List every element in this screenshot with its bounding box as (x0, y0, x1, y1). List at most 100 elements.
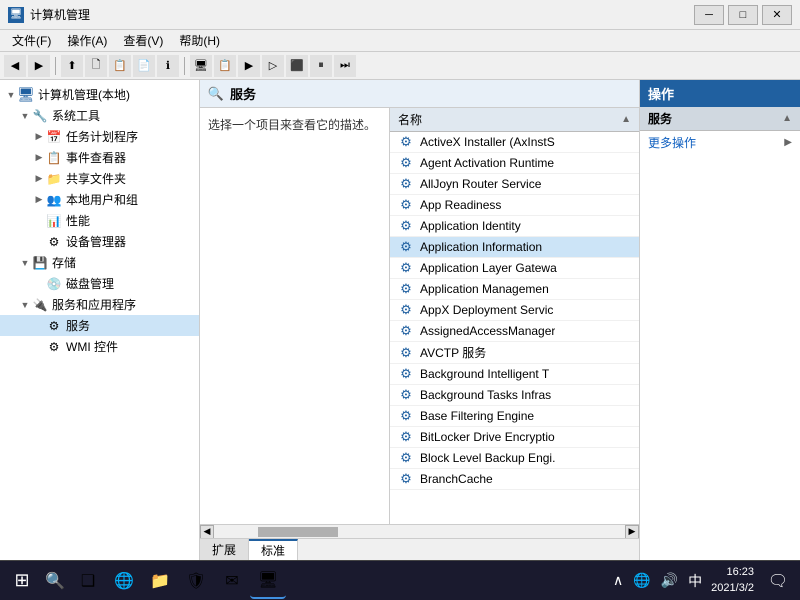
close-button[interactable]: ✕ (762, 5, 792, 25)
toolbar-btn7[interactable]: 📋 (214, 55, 236, 77)
toolbar-btn3[interactable]: 📋 (109, 55, 131, 77)
scroll-thumb[interactable] (258, 527, 338, 537)
main-content: ▼ 🖥 计算机管理(本地) ▼ 🔧 系统工具 ▶ 📅 任务计划程序 ▶ 📋 事件… (0, 80, 800, 560)
systray-chevron[interactable]: ∧ (610, 572, 626, 589)
service-item[interactable]: ⚙ App Readiness (390, 195, 639, 216)
service-item[interactable]: ⚙ BranchCache (390, 469, 639, 490)
service-item[interactable]: ⚙ AllJoyn Router Service (390, 174, 639, 195)
service-item[interactable]: ⚙ ActiveX Installer (AxInstS (390, 132, 639, 153)
action-more[interactable]: 更多操作 ▶ (640, 131, 800, 154)
taskbar-explorer[interactable]: 📁 (142, 563, 178, 599)
start-button[interactable]: ⊞ (4, 563, 40, 599)
service-icon-7: ⚙ (398, 281, 414, 297)
tree-item-services-apps[interactable]: ▼ 🔌 服务和应用程序 (0, 294, 199, 315)
icon-event-viewer: 📋 (46, 150, 62, 166)
notification-button[interactable]: 🗨 (760, 563, 796, 599)
toolbar-forward[interactable]: ▶ (28, 55, 50, 77)
tree-item-storage[interactable]: ▼ 💾 存储 (0, 252, 199, 273)
services-list-pane[interactable]: 名称 ▲ ⚙ ActiveX Installer (AxInstS ⚙ Agen… (390, 108, 639, 524)
minimize-button[interactable]: ─ (694, 5, 724, 25)
service-item[interactable]: ⚙ AppX Deployment Servic (390, 300, 639, 321)
tree-item-device-manager[interactable]: ⚙ 设备管理器 (0, 231, 199, 252)
menu-action[interactable]: 操作(A) (59, 30, 115, 51)
icon-services-apps: 🔌 (32, 297, 48, 313)
taskbar-search-button[interactable]: 🔍 (40, 566, 70, 596)
service-name-7: Application Managemen (420, 282, 549, 296)
toolbar-btn5[interactable]: ℹ (157, 55, 179, 77)
toolbar-btn9[interactable]: ▷ (262, 55, 284, 77)
service-item[interactable]: ⚙ Application Layer Gatewa (390, 258, 639, 279)
tab-expand[interactable]: 扩展 (200, 539, 249, 560)
tree-item-root[interactable]: ▼ 🖥 计算机管理(本地) (0, 84, 199, 105)
middle-header: 🔍 服务 (200, 80, 639, 108)
horizontal-scrollbar[interactable]: ◀ ▶ (200, 524, 639, 538)
tree-item-system-tools[interactable]: ▼ 🔧 系统工具 (0, 105, 199, 126)
task-view-button[interactable]: ❑ (70, 563, 106, 599)
service-item[interactable]: ⚙ BitLocker Drive Encryptio (390, 427, 639, 448)
service-item[interactable]: ⚙ Base Filtering Engine (390, 406, 639, 427)
toolbar-btn11[interactable]: ⏸ (310, 55, 332, 77)
service-item[interactable]: ⚙ Application Information (390, 237, 639, 258)
tree-item-wmi[interactable]: ⚙ WMI 控件 (0, 336, 199, 357)
systray-network[interactable]: 🌐 (630, 572, 653, 589)
taskbar-edge[interactable]: 🌐 (106, 563, 142, 599)
service-name-1: Agent Activation Runtime (420, 156, 554, 170)
menu-file[interactable]: 文件(F) (4, 30, 59, 51)
toolbar-btn4[interactable]: 📄 (133, 55, 155, 77)
taskbar-mail[interactable]: ✉ (214, 563, 250, 599)
tree-label-system-tools: 系统工具 (52, 107, 100, 124)
expander-services-apps: ▼ (18, 298, 32, 312)
service-name-0: ActiveX Installer (AxInstS (420, 135, 555, 149)
middle-body: 选择一个项目来查看它的描述。 名称 ▲ ⚙ ActiveX Installer … (200, 108, 639, 524)
service-item[interactable]: ⚙ Background Intelligent T (390, 364, 639, 385)
service-item[interactable]: ⚙ Agent Activation Runtime (390, 153, 639, 174)
maximize-button[interactable]: □ (728, 5, 758, 25)
expander-storage: ▼ (18, 256, 32, 270)
toolbar-btn2[interactable]: 🗋 (85, 55, 107, 77)
tab-standard-label: 标准 (261, 542, 285, 559)
icon-disk-management: 💿 (46, 276, 62, 292)
tree-item-services[interactable]: ⚙ 服务 (0, 315, 199, 336)
tab-standard[interactable]: 标准 (249, 539, 298, 560)
service-item[interactable]: ⚙ AssignedAccessManager (390, 321, 639, 342)
toolbar-btn8[interactable]: ▶ (238, 55, 260, 77)
actions-sub-arrow: ▲ (782, 113, 792, 124)
toolbar-sep-2 (184, 57, 185, 75)
service-item[interactable]: ⚙ Background Tasks Infras (390, 385, 639, 406)
toolbar-up[interactable]: ⬆ (61, 55, 83, 77)
systray-clock[interactable]: 16:23 2021/3/2 (705, 565, 760, 596)
tree-item-task-scheduler[interactable]: ▶ 📅 任务计划程序 (0, 126, 199, 147)
service-icon-1: ⚙ (398, 155, 414, 171)
scroll-left-arrow[interactable]: ◀ (200, 525, 214, 539)
start-icon: ⊞ (14, 570, 29, 591)
taskbar-computer-management[interactable]: 🖥 (250, 563, 286, 599)
tree-item-performance[interactable]: 📊 性能 (0, 210, 199, 231)
scroll-right-arrow[interactable]: ▶ (625, 525, 639, 539)
menu-view[interactable]: 查看(V) (115, 30, 171, 51)
tree-item-shared-folders[interactable]: ▶ 📁 共享文件夹 (0, 168, 199, 189)
toolbar-btn6[interactable]: 🖥 (190, 55, 212, 77)
right-pane: 操作 服务 ▲ 更多操作 ▶ (640, 80, 800, 560)
service-item[interactable]: ⚙ Application Identity (390, 216, 639, 237)
systray-time-text: 16:23 (711, 565, 754, 580)
toolbar-back[interactable]: ◀ (4, 55, 26, 77)
service-icon-15: ⚙ (398, 450, 414, 466)
service-icon-9: ⚙ (398, 323, 414, 339)
service-icon-2: ⚙ (398, 176, 414, 192)
toolbar-btn12[interactable]: ⏭ (334, 55, 356, 77)
toolbar-btn10[interactable]: ⬛ (286, 55, 308, 77)
tree-item-local-users[interactable]: ▶ 👥 本地用户和组 (0, 189, 199, 210)
expander-event: ▶ (32, 151, 46, 165)
menu-help[interactable]: 帮助(H) (171, 30, 228, 51)
systray: ∧ 🌐 🔊 中 (610, 571, 705, 591)
service-name-14: BitLocker Drive Encryptio (420, 430, 555, 444)
taskbar-store[interactable]: 🛡 (178, 563, 214, 599)
systray-lang[interactable]: 中 (685, 571, 705, 591)
service-item[interactable]: ⚙ Application Managemen (390, 279, 639, 300)
tree-label-wmi: WMI 控件 (66, 338, 118, 355)
systray-volume[interactable]: 🔊 (658, 572, 681, 589)
tree-item-event-viewer[interactable]: ▶ 📋 事件查看器 (0, 147, 199, 168)
service-item[interactable]: ⚙ AVCTP 服务 (390, 342, 639, 364)
service-item[interactable]: ⚙ Block Level Backup Engi. (390, 448, 639, 469)
tree-item-disk-management[interactable]: 💿 磁盘管理 (0, 273, 199, 294)
